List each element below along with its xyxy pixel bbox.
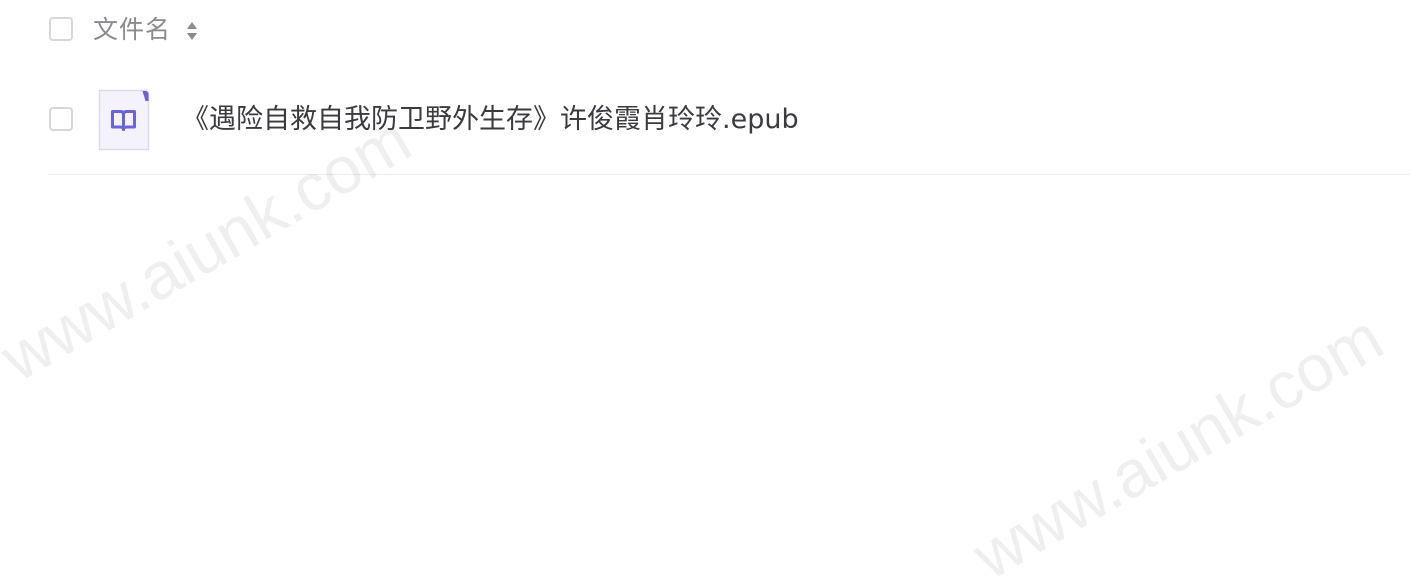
row-divider [48, 174, 1410, 175]
column-header-filename[interactable]: 文件名 [93, 13, 171, 47]
select-all-checkbox[interactable] [49, 17, 73, 41]
book-icon [98, 89, 150, 151]
file-list-page: 文件名 《遇险自救自我防卫野外生存》许俊霞肖玲玲.epub www.aiunk.… [0, 0, 1410, 588]
watermark-text: www.aiunk.com [0, 101, 423, 395]
sort-icon[interactable] [185, 19, 199, 43]
row-select-checkbox[interactable] [49, 107, 73, 131]
file-name-link[interactable]: 《遇险自救自我防卫野外生存》许俊霞肖玲玲.epub [182, 102, 799, 138]
watermark-text: www.aiunk.com [960, 299, 1395, 588]
